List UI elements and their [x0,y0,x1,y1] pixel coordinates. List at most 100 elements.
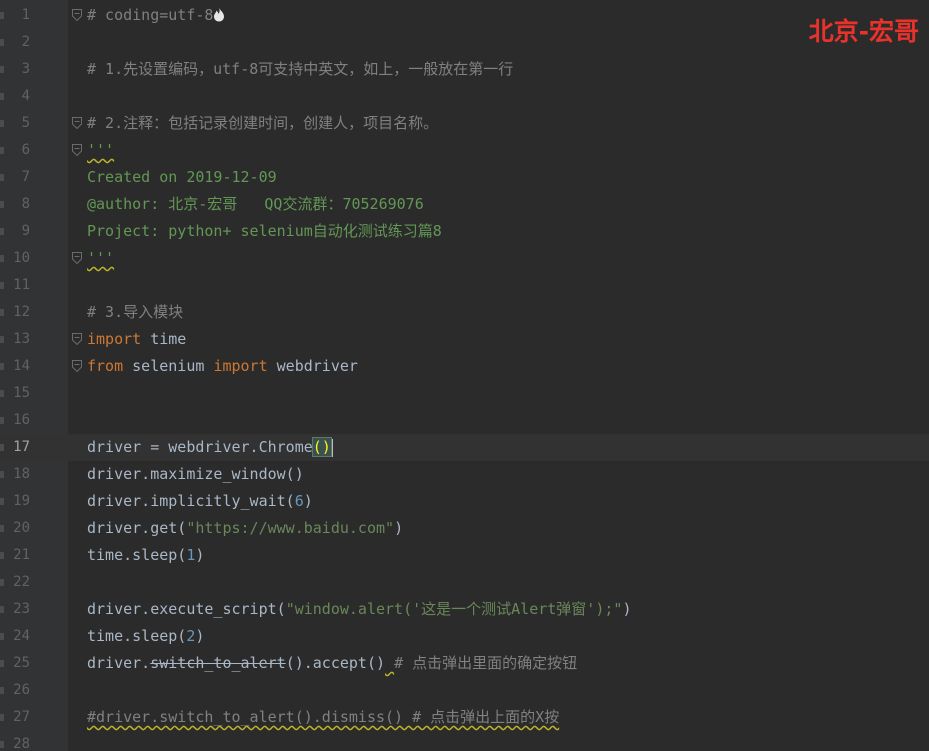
code-token: import [213,357,268,375]
code-text[interactable]: #driver.switch_to_alert().dismiss() # 点击… [87,704,559,731]
fold-marker-icon[interactable] [72,360,82,372]
code-text[interactable]: Project: python+ selenium自动化测试练习篇8 [87,218,442,245]
code-text[interactable]: time.sleep(2) [87,623,204,650]
fold-marker-icon[interactable] [72,144,82,156]
code-text[interactable]: driver = webdriver.Chrome() [87,434,333,461]
code-token: switch_to_alert [150,654,286,672]
code-token: driver. [87,654,151,672]
code-line[interactable]: 10 ''' [0,245,929,272]
code-line[interactable]: 26 [0,677,929,704]
code-line[interactable]: 4 [0,83,929,110]
code-token: driver = webdriver.Chrome [87,438,313,456]
code-token: ) [303,492,313,510]
text-caret [330,438,333,457]
code-text[interactable]: driver.implicitly_wait(6) [87,488,313,515]
code-token: ''' [87,141,115,159]
line-number: 28 [13,736,30,751]
code-text[interactable]: # coding=utf-8 [87,2,225,29]
code-line[interactable]: 8 @author: 北京-宏哥 QQ交流群：705269076 [0,191,929,218]
watermark: 北京-宏哥 [808,17,919,46]
code-text[interactable]: @author: 北京-宏哥 QQ交流群：705269076 [87,191,424,218]
code-token: driver.implicitly_wait( [87,492,295,510]
code-text[interactable]: from selenium import webdriver [87,353,358,380]
code-text[interactable]: # 3.导入模块 [87,299,183,326]
line-number: 1 [21,7,30,23]
code-token: Project: python+ selenium自动化测试练习篇8 [87,222,442,240]
code-token: # 点击弹出里面的确定按钮 [394,654,578,672]
code-token: "https://www.baidu.com" [186,519,395,537]
code-line[interactable]: 11 [0,272,929,299]
code-token: ().accept() [285,654,386,672]
code-text[interactable]: # 2.注释：包括记录创建时间，创建人，项目名称。 [87,110,438,137]
code-text[interactable]: ''' [87,137,114,164]
code-line[interactable]: 12 # 3.导入模块 [0,299,929,326]
code-token: #driver.switch_to_alert().dismiss() # 点击… [87,708,560,726]
code-line[interactable]: 25 driver.switch_to_alert().accept() # 点击… [0,650,929,677]
code-token: ) [622,600,632,618]
code-line[interactable]: 7 Created on 2019-12-09 [0,164,929,191]
code-line[interactable]: 9 Project: python+ selenium自动化测试练习篇8 [0,218,929,245]
code-token: ) [195,546,205,564]
line-number: 13 [13,331,30,347]
line-number: 4 [21,88,30,104]
code-line[interactable]: 6 ''' [0,137,929,164]
code-line[interactable]: 24 time.sleep(2) [0,623,929,650]
code-token: # 3.导入模块 [87,303,184,321]
line-number: 23 [13,601,30,617]
code-line[interactable]: 17 driver = webdriver.Chrome() [0,434,929,461]
code-text[interactable]: driver.get("https://www.baidu.com") [87,515,403,542]
flame-icon [214,7,225,22]
code-line[interactable]: 13 import time [0,326,929,353]
fold-marker-icon[interactable] [72,9,82,21]
code-token: Created on 2019-12-09 [87,168,277,186]
code-editor[interactable]: 1 # coding=utf-8 2 3 # 1.先设置编码，utf-8可支持中英文，如… [0,0,929,751]
line-number: 20 [13,520,30,536]
code-text[interactable]: Created on 2019-12-09 [87,164,277,191]
code-line[interactable]: 21 time.sleep(1) [0,542,929,569]
code-line[interactable]: 14 from selenium import webdriver [0,353,929,380]
line-number: 11 [13,277,30,293]
code-text[interactable]: import time [87,326,186,353]
code-line[interactable]: 18 driver.maximize_window() [0,461,929,488]
code-token: webdriver [267,357,358,375]
code-line[interactable]: 20 driver.get("https://www.baidu.com") [0,515,929,542]
code-token: selenium [123,357,214,375]
code-line[interactable]: 27 #driver.switch_to_alert().dismiss() # … [0,704,929,731]
code-token: @author: 北京-宏哥 QQ交流群：705269076 [87,195,424,213]
code-token: ''' [87,249,115,267]
code-token: # 1.先设置编码，utf-8可支持中英文，如上，一般放在第一行 [87,60,514,78]
line-number: 6 [21,142,30,158]
code-token: () [311,437,332,457]
fold-marker-icon[interactable] [72,252,82,264]
code-text[interactable]: ''' [87,245,114,272]
code-line[interactable]: 5 # 2.注释：包括记录创建时间，创建人，项目名称。 [0,110,929,137]
code-token: ) [195,627,205,645]
code-line[interactable]: 23 driver.execute_script("window.alert('这… [0,596,929,623]
fold-marker-icon[interactable] [72,333,82,345]
line-number: 21 [13,547,30,563]
code-line[interactable]: 2 [0,29,929,56]
code-line[interactable]: 3 # 1.先设置编码，utf-8可支持中英文，如上，一般放在第一行 [0,56,929,83]
code-text[interactable]: driver.switch_to_alert().accept() # 点击弹出… [87,650,577,677]
code-token: driver.execute_script( [87,600,286,618]
code-text[interactable]: driver.maximize_window() [87,461,304,488]
code-line[interactable]: 28 [0,731,929,751]
code-token: from [87,357,124,375]
code-line[interactable]: 1 # coding=utf-8 [0,2,929,29]
code-text[interactable]: driver.execute_script("window.alert('这是一… [87,596,631,623]
code-line[interactable]: 16 [0,407,929,434]
code-line[interactable]: 15 [0,380,929,407]
code-token: # coding=utf-8 [87,6,214,24]
code-line[interactable]: 22 [0,569,929,596]
line-number: 14 [13,358,30,374]
fold-marker-icon[interactable] [72,117,82,129]
code-text[interactable]: time.sleep(1) [87,542,204,569]
line-number: 2 [21,34,30,50]
line-number: 12 [13,304,30,320]
code-text[interactable]: # 1.先设置编码，utf-8可支持中英文，如上，一般放在第一行 [87,56,513,83]
code-line[interactable]: 19 driver.implicitly_wait(6) [0,488,929,515]
line-number: 5 [21,115,30,131]
code-token: time.sleep( [87,627,187,645]
code-token: time [141,330,187,348]
